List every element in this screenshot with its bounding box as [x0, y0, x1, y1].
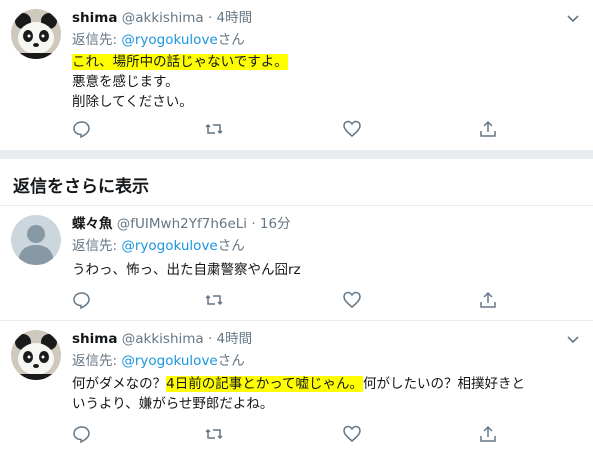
- reply-handle-link[interactable]: @ryogokulove: [121, 32, 217, 48]
- chevron-down-icon[interactable]: [565, 10, 581, 26]
- retweet-icon[interactable]: [204, 119, 224, 139]
- panda-avatar[interactable]: [11, 9, 61, 59]
- tweet-1[interactable]: shima @akkishima · 4時間 返信先: @ryogokulove…: [0, 0, 593, 150]
- tweet-actions: [72, 290, 512, 310]
- panda-avatar[interactable]: [11, 330, 61, 380]
- tweet-text: 何がダメなの？4日前の記事とかって嘘じゃん。何がしたいの？相撲好きと いうより、…: [72, 376, 526, 412]
- share-icon[interactable]: [478, 290, 498, 310]
- display-name[interactable]: 蝶々魚: [72, 216, 113, 232]
- tweet-header: 蝶々魚 @fUIMwh2Yf7h6eLi · 16分: [72, 215, 291, 233]
- tweet-actions: [72, 424, 512, 444]
- tweet-text: うわっ、怖っ、出た自粛警察やん囧rz: [72, 262, 301, 278]
- like-icon[interactable]: [342, 290, 362, 310]
- retweet-icon[interactable]: [204, 290, 224, 310]
- tweet-header: shima @akkishima · 4時間: [72, 330, 252, 348]
- tweet-2[interactable]: 蝶々魚 @fUIMwh2Yf7h6eLi · 16分 返信先: @ryogoku…: [0, 206, 593, 318]
- tweet-actions: [72, 119, 512, 139]
- default-avatar[interactable]: [11, 215, 61, 265]
- reply-handle-link[interactable]: @ryogokulove: [121, 353, 217, 369]
- handle-time[interactable]: @akkishima · 4時間: [122, 331, 252, 347]
- reply-icon[interactable]: [72, 119, 92, 139]
- reply-icon[interactable]: [72, 290, 92, 310]
- display-name[interactable]: shima: [72, 10, 117, 26]
- like-icon[interactable]: [342, 424, 362, 444]
- highlighted-text: これ、場所中の話じゃないですよ。: [72, 54, 288, 70]
- handle-time[interactable]: @fUIMwh2Yf7h6eLi · 16分: [117, 216, 291, 232]
- tweet-text: これ、場所中の話じゃないですよ。 悪意を感じます。 削除してください。: [72, 54, 288, 110]
- share-icon[interactable]: [478, 424, 498, 444]
- highlighted-text: 4日前の記事とかって嘘じゃん。: [166, 376, 364, 392]
- handle-time[interactable]: @akkishima · 4時間: [122, 10, 252, 26]
- tweet-3[interactable]: shima @akkishima · 4時間 返信先: @ryogokulove…: [0, 321, 593, 450]
- reply-to: 返信先: @ryogokuloveさん: [72, 238, 245, 254]
- like-icon[interactable]: [342, 119, 362, 139]
- reply-icon[interactable]: [72, 424, 92, 444]
- display-name[interactable]: shima: [72, 331, 117, 347]
- retweet-icon[interactable]: [204, 424, 224, 444]
- show-more-replies-link[interactable]: 返信をさらに表示: [13, 172, 149, 197]
- reply-handle-link[interactable]: @ryogokulove: [121, 238, 217, 254]
- share-icon[interactable]: [478, 119, 498, 139]
- reply-to: 返信先: @ryogokuloveさん: [72, 32, 245, 48]
- tweet-header: shima @akkishima · 4時間: [72, 9, 252, 27]
- section-divider: [0, 150, 593, 159]
- reply-to: 返信先: @ryogokuloveさん: [72, 353, 245, 369]
- chevron-down-icon[interactable]: [565, 331, 581, 347]
